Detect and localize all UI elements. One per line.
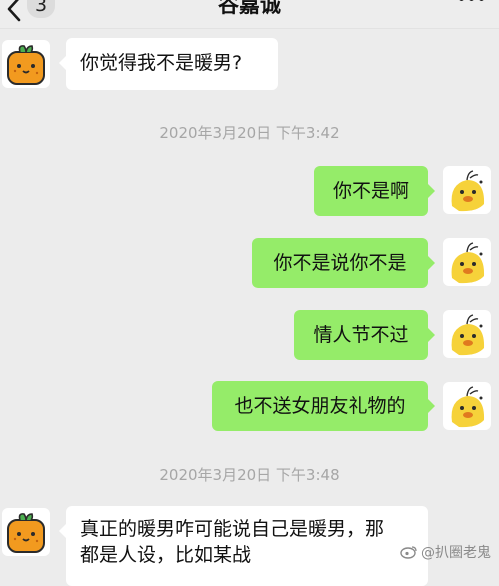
weibo-watermark: @扒圈老鬼 (400, 542, 491, 562)
weibo-logo-icon (400, 546, 417, 559)
self-avatar[interactable] (443, 238, 491, 286)
message-bubble-incoming[interactable]: 你觉得我不是暖男? (59, 38, 278, 90)
self-avatar[interactable] (443, 382, 491, 430)
yellow-chick-icon (443, 310, 491, 358)
self-avatar[interactable] (443, 310, 491, 358)
yellow-chick-icon (443, 166, 491, 214)
self-avatar[interactable] (443, 166, 491, 214)
message-text: 你不是啊 (332, 180, 409, 202)
message-text-line: 都是人设，比如某战 (80, 544, 252, 566)
message-text: 也不送女朋友礼物的 (234, 395, 406, 417)
contact-avatar[interactable] (2, 40, 50, 88)
contact-avatar[interactable] (2, 508, 50, 556)
orange-fruit-icon (2, 508, 50, 556)
more-dots-icon[interactable] (457, 0, 487, 14)
timestamp: 2020年3月20日 下午3:42 (159, 124, 340, 142)
message-text-line: 真正的暖男咋可能说自己是暖男，那 (80, 518, 385, 540)
yellow-chick-icon (443, 238, 491, 286)
message-bubble-outgoing[interactable]: 也不送女朋友礼物的 (212, 381, 435, 431)
watermark-text: @扒圈老鬼 (421, 545, 491, 561)
message-bubble-incoming[interactable]: 真正的暖男咋可能说自己是暖男，那 都是人设，比如某战 (59, 506, 428, 586)
message-bubble-outgoing[interactable]: 你不是啊 (314, 166, 435, 216)
message-text: 你不是说你不是 (273, 252, 407, 274)
orange-fruit-icon (2, 40, 50, 88)
chat-header: 3 谷嘉诚 (0, 0, 499, 29)
message-bubble-outgoing[interactable]: 情人节不过 (294, 310, 435, 360)
yellow-chick-icon (443, 382, 491, 430)
timestamp: 2020年3月20日 下午3:48 (159, 466, 340, 484)
message-text: 你觉得我不是暖男? (80, 52, 243, 74)
message-bubble-outgoing[interactable]: 你不是说你不是 (252, 238, 435, 288)
message-text: 情人节不过 (313, 324, 409, 346)
chat-title: 谷嘉诚 (218, 0, 281, 17)
